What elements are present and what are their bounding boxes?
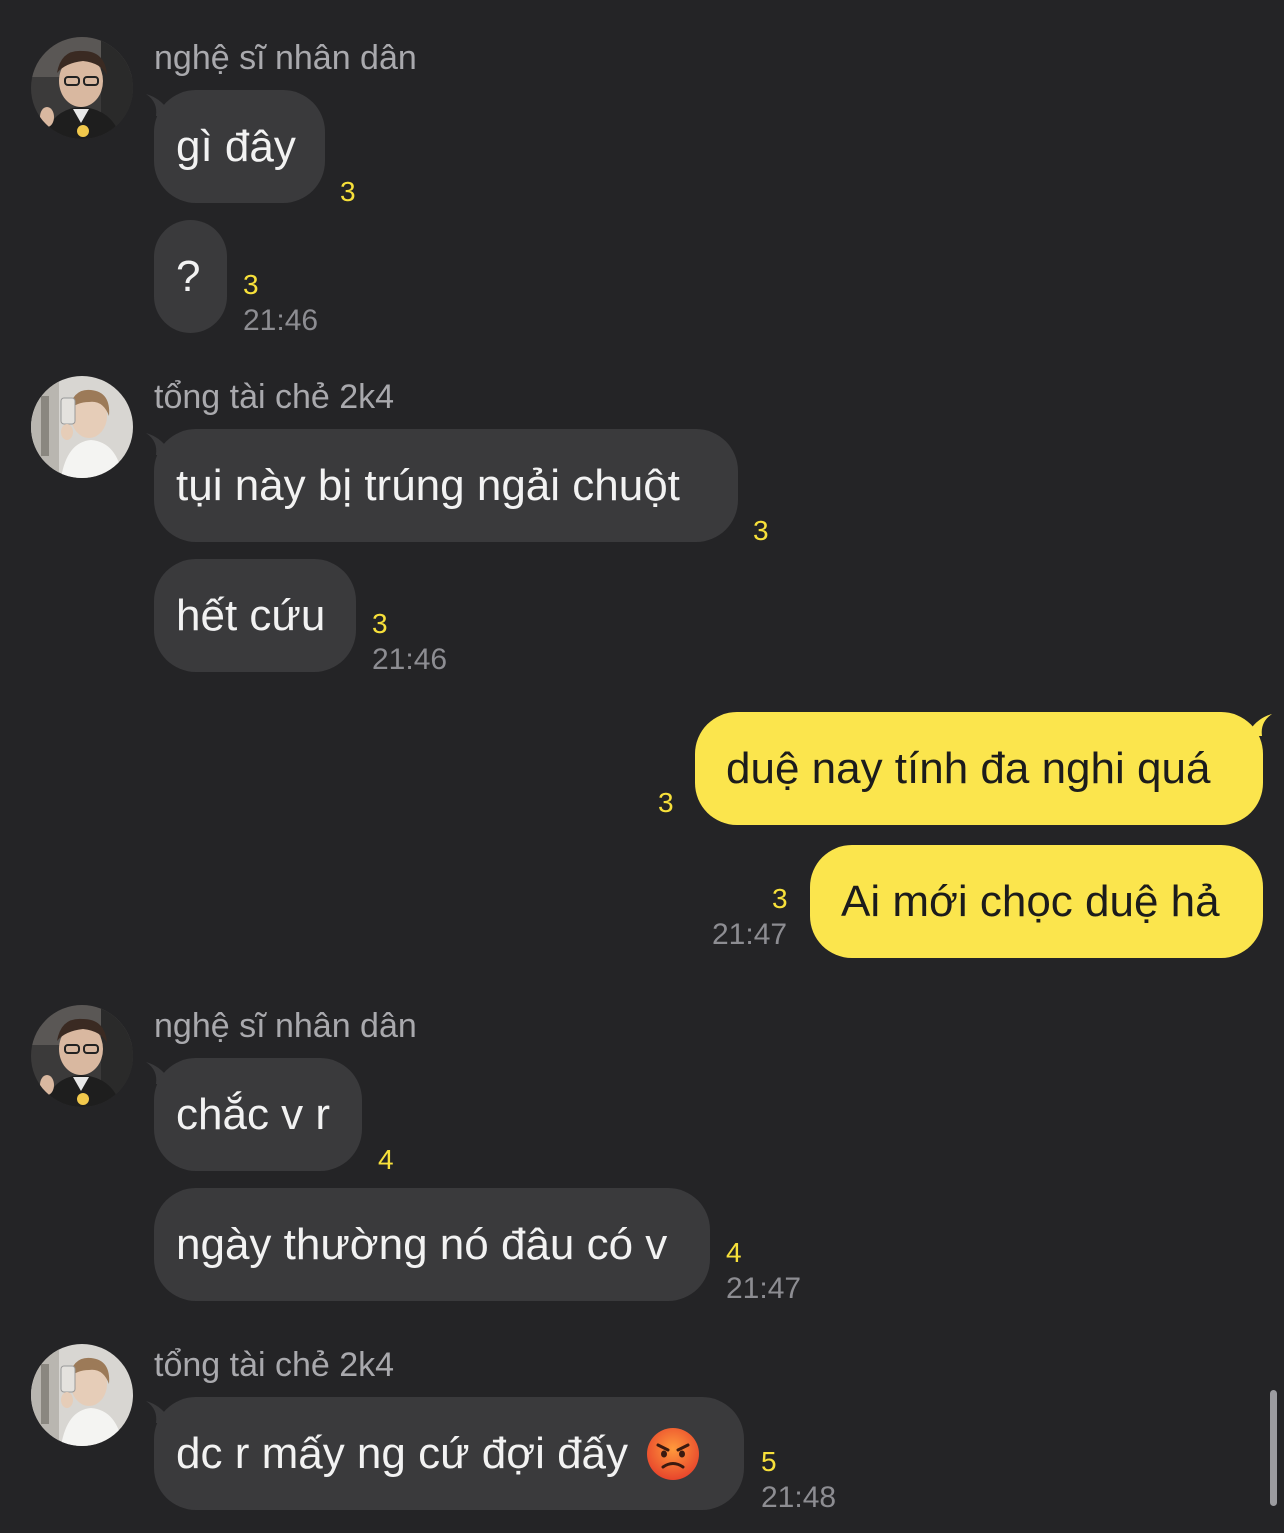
unread-count: 3 — [340, 176, 356, 207]
message-text: ? — [176, 251, 201, 301]
sender-name: tổng tài chẻ 2k4 — [154, 1346, 395, 1384]
timestamp: 21:47 — [726, 1272, 802, 1305]
message-text: ngày thường nó đâu có v — [176, 1219, 668, 1269]
avatar-nghe-si-nhan-dan[interactable] — [31, 1005, 133, 1107]
message-bubble[interactable]: gì đây — [154, 90, 325, 203]
avatar-nghe-si-nhan-dan[interactable] — [31, 37, 133, 139]
unread-count: 3 — [372, 608, 388, 639]
avatar-tong-tai-che-2k4[interactable] — [31, 1344, 133, 1446]
my-message-bubble[interactable]: duệ nay tính đa nghi quá — [695, 712, 1263, 825]
message-bubble[interactable]: dc r mấy ng cứ đợi đấy — [154, 1397, 744, 1510]
sender-name: nghệ sĩ nhân dân — [154, 39, 417, 77]
my-message-bubble[interactable]: Ai mới chọc duệ hả — [810, 845, 1263, 958]
timestamp: 21:48 — [761, 1481, 837, 1514]
message-text: dc r mấy ng cứ đợi đấy — [176, 1428, 629, 1478]
message-text: chắc v r — [176, 1089, 331, 1139]
unread-count: 5 — [761, 1446, 777, 1477]
bubble-tail — [1250, 714, 1272, 736]
unread-count: 3 — [772, 883, 788, 914]
message-bubble[interactable]: hết cứu — [154, 559, 356, 672]
message-text: Ai mới chọc duệ hả — [841, 876, 1220, 926]
message-text: tụi này bị trúng ngải chuột — [176, 460, 680, 510]
timestamp: 21:46 — [372, 643, 448, 676]
message-text: duệ nay tính đa nghi quá — [726, 743, 1211, 793]
message-bubble[interactable]: chắc v r — [154, 1058, 362, 1171]
chat-screen: nghệ sĩ nhân dân gì đây 3 ? 3 21:46 tổng… — [0, 0, 1284, 1533]
unread-count: 4 — [378, 1144, 394, 1175]
timestamp: 21:46 — [243, 304, 319, 337]
message-bubble[interactable]: tụi này bị trúng ngải chuột — [154, 429, 738, 542]
message-text: gì đây — [176, 121, 296, 171]
unread-count: 3 — [753, 515, 769, 546]
message-bubble[interactable]: ? — [154, 220, 227, 333]
message-bubble[interactable]: ngày thường nó đâu có v — [154, 1188, 710, 1301]
unread-count: 4 — [726, 1237, 742, 1268]
timestamp: 21:47 — [712, 918, 788, 951]
scrollbar[interactable] — [1270, 1390, 1277, 1506]
angry-face-icon — [647, 1427, 700, 1480]
unread-count: 3 — [658, 787, 674, 818]
sender-name: nghệ sĩ nhân dân — [154, 1007, 417, 1045]
sender-name: tổng tài chẻ 2k4 — [154, 378, 395, 416]
avatar-tong-tai-che-2k4[interactable] — [31, 376, 133, 478]
unread-count: 3 — [243, 269, 259, 300]
message-text: hết cứu — [176, 590, 326, 640]
